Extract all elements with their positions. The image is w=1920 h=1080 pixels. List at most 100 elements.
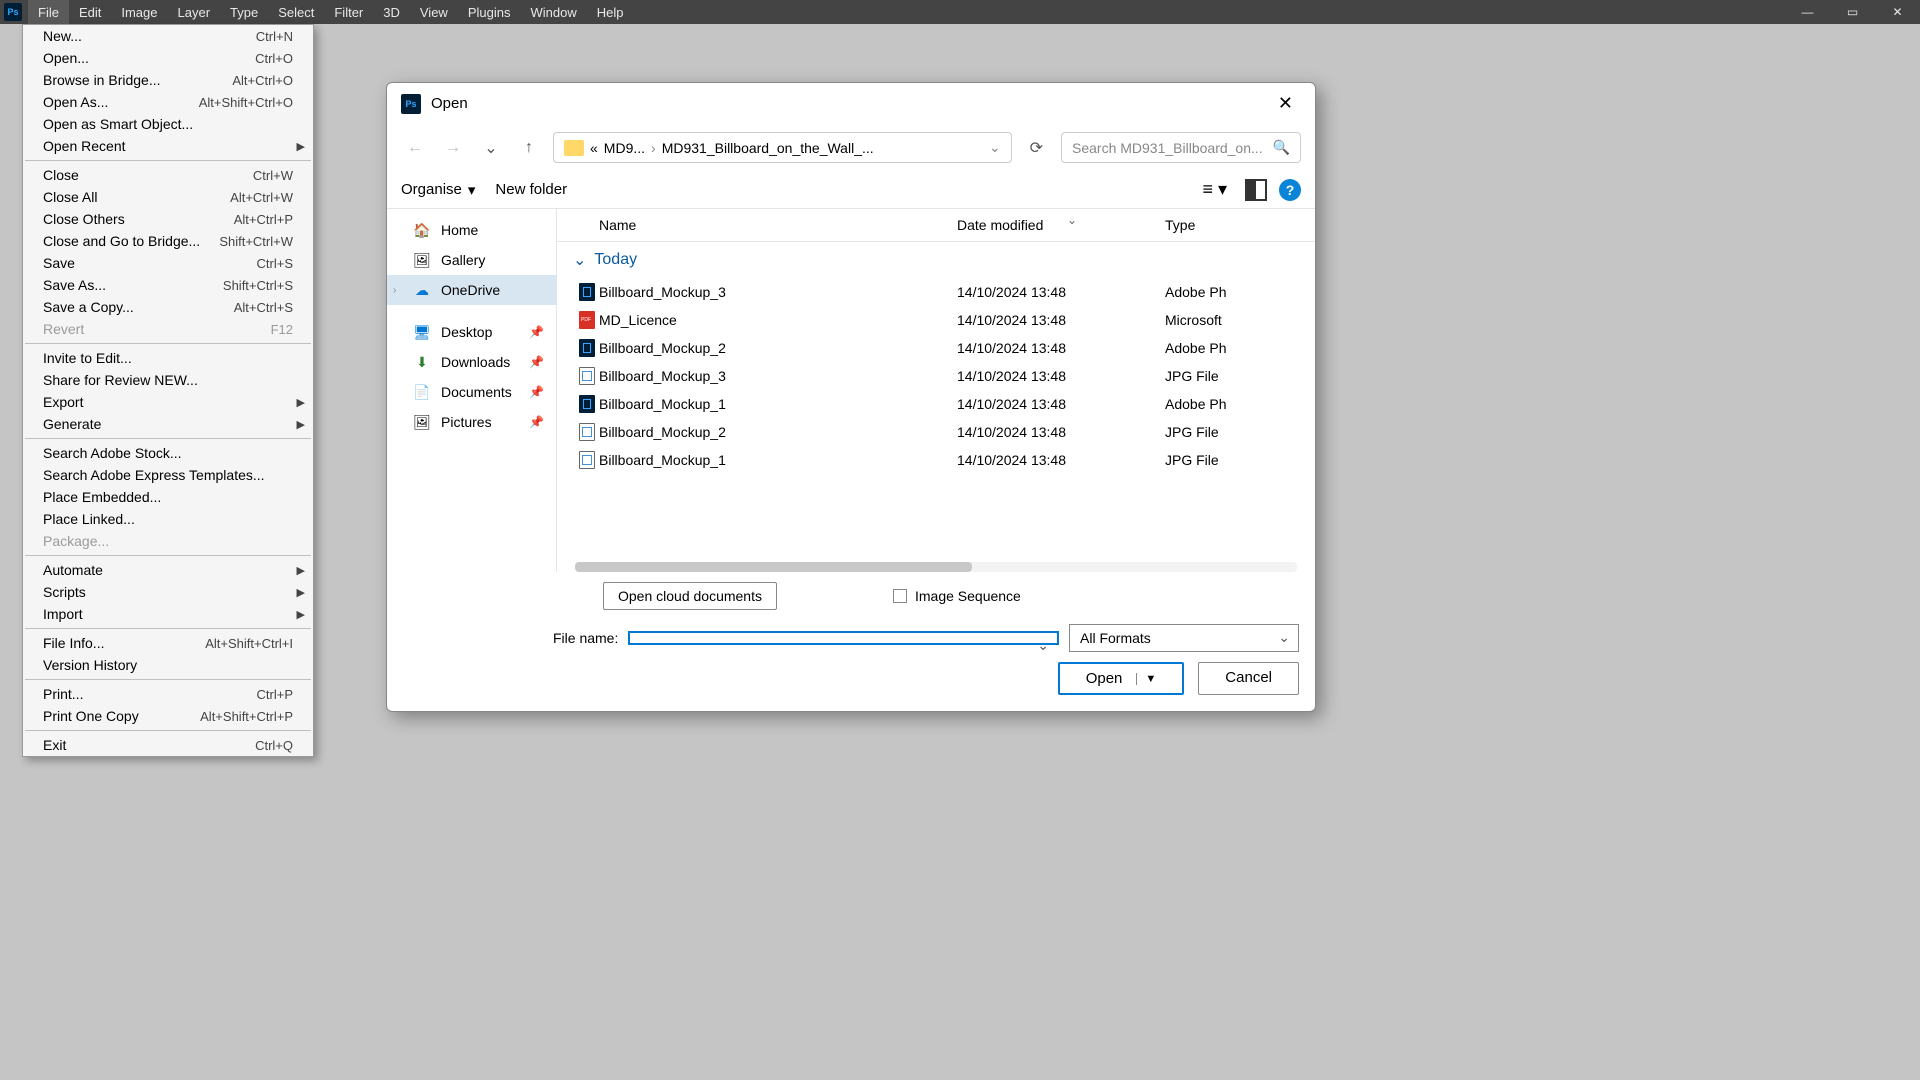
menubar: Ps FileEditImageLayerTypeSelectFilter3DV… [0, 0, 1920, 24]
sidebar-item-gallery[interactable]: 🖼 Gallery [387, 245, 556, 275]
pin-icon[interactable]: 📌 [529, 385, 544, 399]
menu-layer[interactable]: Layer [168, 0, 221, 24]
menu-item-place-embedded[interactable]: Place Embedded... [23, 486, 313, 508]
menu-item-open[interactable]: Open...Ctrl+O [23, 47, 313, 69]
organise-button[interactable]: Organise ▾ [401, 181, 475, 199]
menu-item-place-linked[interactable]: Place Linked... [23, 508, 313, 530]
menu-item-search-adobe-express-templates[interactable]: Search Adobe Express Templates... [23, 464, 313, 486]
pin-icon[interactable]: 📌 [529, 355, 544, 369]
dialog-footer: Open cloud documents Image Sequence File… [387, 572, 1315, 711]
file-row[interactable]: Billboard_Mockup_2 14/10/2024 13:48 JPG … [557, 418, 1315, 446]
menu-item-close[interactable]: CloseCtrl+W [23, 164, 313, 186]
menu-item-open-as[interactable]: Open As...Alt+Shift+Ctrl+O [23, 91, 313, 113]
menu-item-import[interactable]: Import▶ [23, 603, 313, 625]
menu-item-new[interactable]: New...Ctrl+N [23, 25, 313, 47]
open-cloud-documents-button[interactable]: Open cloud documents [603, 582, 777, 610]
refresh-button[interactable]: ⟳ [1022, 138, 1051, 158]
view-mode-button[interactable]: ≡ ▾ [1196, 177, 1233, 202]
new-folder-button[interactable]: New folder [495, 181, 567, 198]
dialog-titlebar: Ps Open ✕ [387, 83, 1315, 124]
file-row[interactable]: Billboard_Mockup_2 14/10/2024 13:48 Adob… [557, 334, 1315, 362]
menu-filter[interactable]: Filter [324, 0, 373, 24]
file-row[interactable]: Billboard_Mockup_3 14/10/2024 13:48 JPG … [557, 362, 1315, 390]
column-header-type[interactable]: Type [1157, 217, 1315, 233]
file-type: Adobe Ph [1157, 284, 1315, 300]
sidebar-item-desktop[interactable]: 🖥 Desktop 📌 [387, 317, 556, 347]
menu-select[interactable]: Select [268, 0, 324, 24]
menu-edit[interactable]: Edit [69, 0, 111, 24]
dialog-nav: ← → ⌄ ↑ « MD9... › MD931_Billboard_on_th… [387, 124, 1315, 171]
nav-up-button[interactable]: ↑ [515, 134, 543, 162]
cancel-button[interactable]: Cancel [1198, 662, 1299, 695]
menu-plugins[interactable]: Plugins [458, 0, 521, 24]
menu-item-automate[interactable]: Automate▶ [23, 559, 313, 581]
menu-item-print-one-copy[interactable]: Print One CopyAlt+Shift+Ctrl+P [23, 705, 313, 727]
menu-item-save-a-copy[interactable]: Save a Copy...Alt+Ctrl+S [23, 296, 313, 318]
chevron-down-icon[interactable]: ▼ [1136, 673, 1156, 685]
menu-item-share-for-review-new[interactable]: Share for Review NEW... [23, 369, 313, 391]
sidebar-item-pictures[interactable]: 🖼 Pictures 📌 [387, 407, 556, 437]
menu-item-search-adobe-stock[interactable]: Search Adobe Stock... [23, 442, 313, 464]
image-sequence-checkbox[interactable]: Image Sequence [893, 588, 1021, 604]
file-row[interactable]: Billboard_Mockup_1 14/10/2024 13:48 JPG … [557, 446, 1315, 474]
column-header-date[interactable]: Date modified [957, 217, 1157, 233]
help-button[interactable]: ? [1279, 179, 1301, 201]
menu-view[interactable]: View [410, 0, 458, 24]
pin-icon[interactable]: 📌 [529, 325, 544, 339]
menu-file[interactable]: File [28, 0, 69, 24]
menu-3d[interactable]: 3D [373, 0, 410, 24]
preview-pane-button[interactable] [1245, 179, 1267, 201]
menu-item-exit[interactable]: ExitCtrl+Q [23, 734, 313, 756]
file-date: 14/10/2024 13:48 [957, 396, 1157, 412]
file-row[interactable]: Billboard_Mockup_1 14/10/2024 13:48 Adob… [557, 390, 1315, 418]
file-type: Adobe Ph [1157, 340, 1315, 356]
minimize-button[interactable]: — [1785, 0, 1830, 24]
nav-forward-button[interactable]: → [439, 134, 467, 162]
menu-item-open-as-smart-object[interactable]: Open as Smart Object... [23, 113, 313, 135]
sidebar-item-home[interactable]: 🏠 Home [387, 215, 556, 245]
open-button[interactable]: Open ▼ [1058, 662, 1185, 695]
chevron-right-icon[interactable]: › [393, 285, 396, 296]
menu-item-open-recent[interactable]: Open Recent▶ [23, 135, 313, 157]
menu-item-invite-to-edit[interactable]: Invite to Edit... [23, 347, 313, 369]
file-row[interactable]: Billboard_Mockup_3 14/10/2024 13:48 Adob… [557, 278, 1315, 306]
filename-input[interactable] [628, 631, 1059, 645]
menu-item-export[interactable]: Export▶ [23, 391, 313, 413]
file-row[interactable]: MD_Licence 14/10/2024 13:48 Microsoft [557, 306, 1315, 334]
menu-item-scripts[interactable]: Scripts▶ [23, 581, 313, 603]
close-window-button[interactable]: ✕ [1875, 0, 1920, 24]
menu-item-save[interactable]: SaveCtrl+S [23, 252, 313, 274]
nav-back-button[interactable]: ← [401, 134, 429, 162]
maximize-button[interactable]: ▭ [1830, 0, 1875, 24]
sidebar-item-documents[interactable]: 📄 Documents 📌 [387, 377, 556, 407]
nav-recent-button[interactable]: ⌄ [477, 134, 505, 162]
menu-item-close-others[interactable]: Close OthersAlt+Ctrl+P [23, 208, 313, 230]
column-header-name[interactable]: Name [557, 217, 957, 233]
menu-help[interactable]: Help [587, 0, 634, 24]
format-select[interactable]: All Formats [1069, 624, 1299, 652]
menu-window[interactable]: Window [520, 0, 586, 24]
search-input[interactable]: Search MD931_Billboard_on... 🔍 [1061, 132, 1301, 163]
crumb-segment[interactable]: MD9... [604, 140, 645, 156]
pin-icon[interactable]: 📌 [529, 415, 544, 429]
chevron-down-icon[interactable]: ⌄ [989, 139, 1001, 156]
menu-image[interactable]: Image [111, 0, 167, 24]
crumb-segment[interactable]: MD931_Billboard_on_the_Wall_... [662, 140, 874, 156]
menu-item-version-history[interactable]: Version History [23, 654, 313, 676]
menu-item-save-as[interactable]: Save As...Shift+Ctrl+S [23, 274, 313, 296]
menu-type[interactable]: Type [220, 0, 268, 24]
menu-item-close-and-go-to-bridge[interactable]: Close and Go to Bridge...Shift+Ctrl+W [23, 230, 313, 252]
file-date: 14/10/2024 13:48 [957, 452, 1157, 468]
menu-item-close-all[interactable]: Close AllAlt+Ctrl+W [23, 186, 313, 208]
menu-item-print[interactable]: Print...Ctrl+P [23, 683, 313, 705]
sidebar-item-onedrive[interactable]: › ☁ OneDrive [387, 275, 556, 305]
menu-item-browse-in-bridge[interactable]: Browse in Bridge...Alt+Ctrl+O [23, 69, 313, 91]
breadcrumb[interactable]: « MD9... › MD931_Billboard_on_the_Wall_.… [553, 132, 1012, 163]
file-group-header[interactable]: ⌄ Today [557, 242, 1315, 278]
horizontal-scrollbar[interactable] [575, 562, 1297, 572]
menu-item-generate[interactable]: Generate▶ [23, 413, 313, 435]
sidebar-item-downloads[interactable]: ⬇ Downloads 📌 [387, 347, 556, 377]
dialog-close-button[interactable]: ✕ [1270, 93, 1301, 114]
menu-item-file-info[interactable]: File Info...Alt+Shift+Ctrl+I [23, 632, 313, 654]
documents-icon: 📄 [413, 383, 431, 401]
